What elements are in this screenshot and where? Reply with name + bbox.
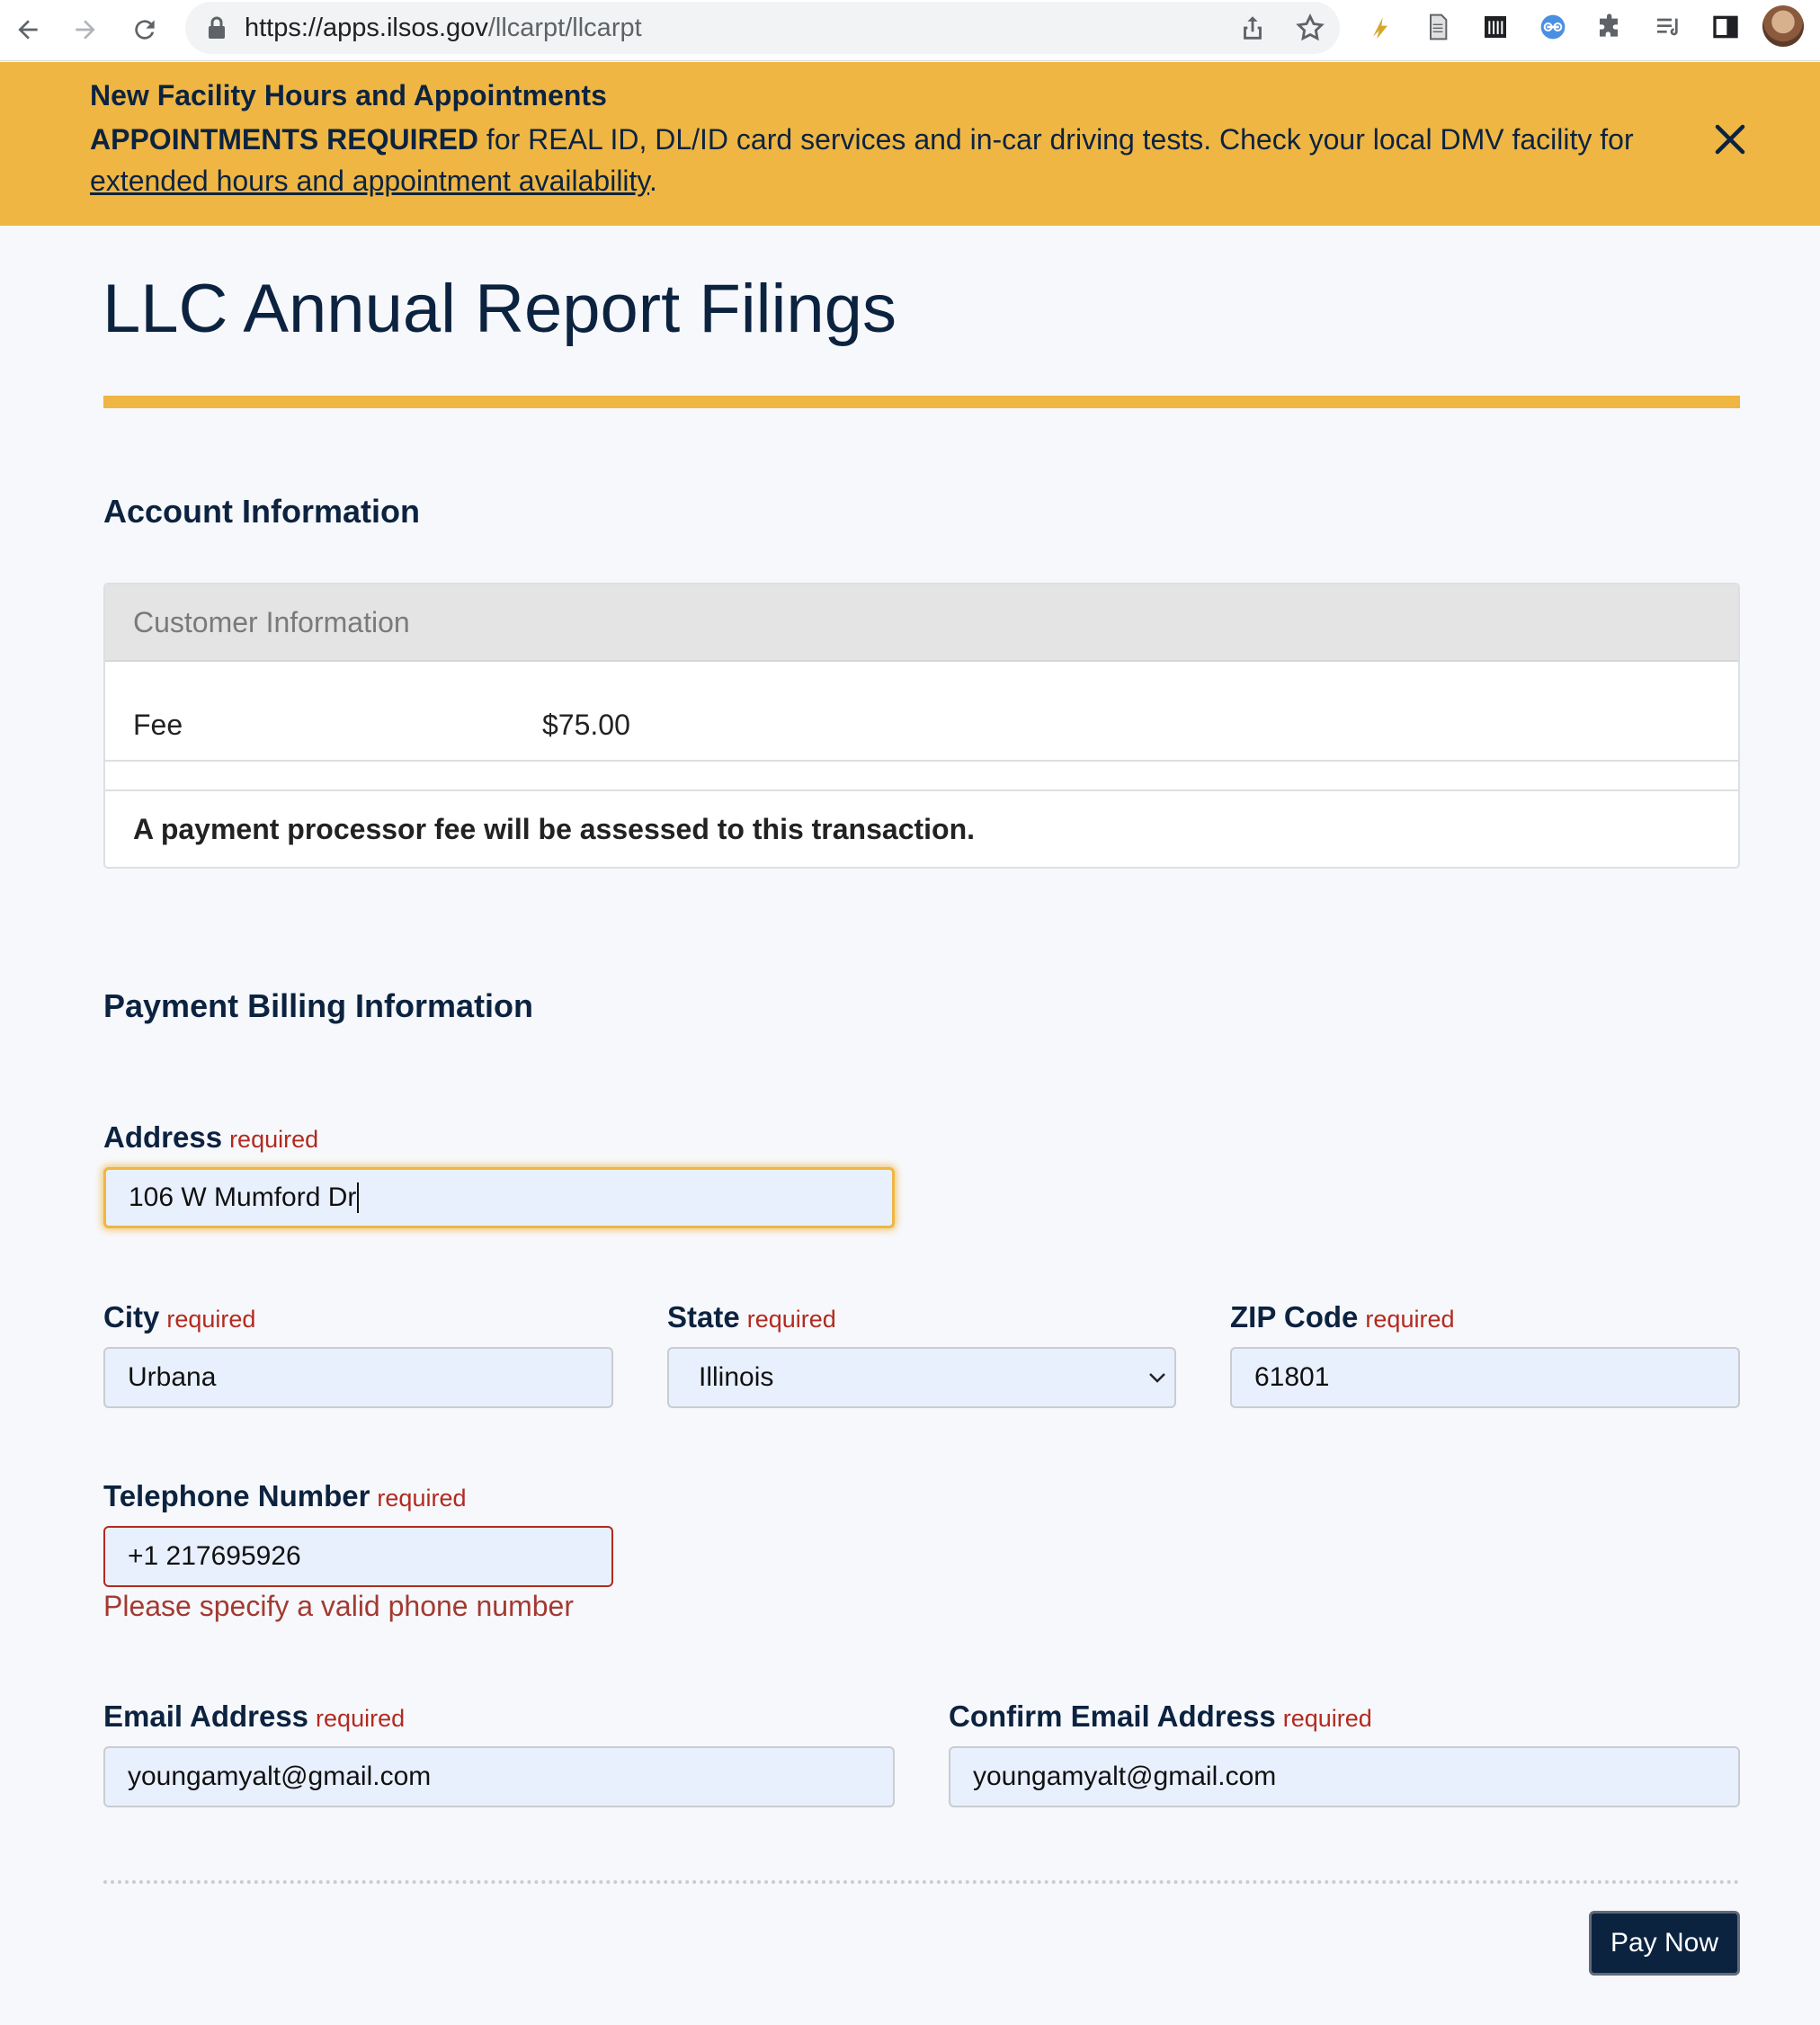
telephone-label: Telephone Number required (103, 1479, 466, 1513)
browser-toolbar: https://apps.ilsos.gov/llcarpt/llcarpt (0, 0, 1820, 61)
state-label: State required (667, 1300, 836, 1334)
zip-label-text: ZIP Code (1230, 1300, 1359, 1334)
lock-icon (209, 16, 225, 39)
customer-information-card: Customer Information Fee $75.00 A paymen… (103, 583, 1740, 869)
card-header-title: Customer Information (133, 606, 410, 638)
city-label: City required (103, 1300, 255, 1334)
reading-list-icon[interactable] (1649, 8, 1687, 46)
side-panel-icon[interactable] (1707, 8, 1744, 46)
share-icon[interactable] (1237, 13, 1268, 43)
fee-value: $75.00 (542, 709, 630, 741)
processor-fee-note: A payment processor fee will be assessed… (133, 813, 976, 845)
building-extension-icon[interactable] (1477, 8, 1514, 46)
back-arrow-icon[interactable] (5, 7, 50, 52)
link-extension-icon[interactable] (1534, 8, 1572, 46)
banner-message: APPOINTMENTS REQUIRED for REAL ID, DL/ID… (90, 119, 1673, 201)
reload-icon[interactable] (122, 7, 167, 52)
required-marker: required (1282, 1705, 1372, 1732)
address-label: Address required (103, 1120, 318, 1155)
confirm-email-label: Confirm Email Address required (949, 1699, 1372, 1734)
state-label-text: State (667, 1300, 740, 1334)
confirm-email-input[interactable]: youngamyalt@gmail.com (949, 1746, 1740, 1807)
state-select[interactable]: Illinois (667, 1347, 1176, 1408)
profile-avatar[interactable] (1762, 5, 1804, 47)
address-label-text: Address (103, 1120, 223, 1154)
telephone-label-text: Telephone Number (103, 1479, 370, 1512)
telephone-value: +1 217695926 (128, 1541, 301, 1571)
page-title: LLC Annual Report Filings (103, 271, 897, 347)
address-value: 106 W Mumford Dr (129, 1182, 357, 1212)
required-marker: required (377, 1485, 467, 1512)
text-caret (357, 1182, 360, 1213)
telephone-error-message: Please specify a valid phone number (103, 1590, 574, 1622)
puzzle-icon[interactable] (1592, 8, 1629, 46)
forward-arrow-icon[interactable] (63, 7, 108, 52)
telephone-input[interactable]: +1 217695926 (103, 1526, 613, 1587)
payment-billing-heading: Payment Billing Information (103, 987, 534, 1024)
email-value: youngamyalt@gmail.com (128, 1762, 432, 1791)
title-divider (103, 396, 1740, 408)
card-divider (105, 789, 1738, 791)
required-marker: required (316, 1705, 406, 1732)
required-marker: required (166, 1306, 256, 1333)
banner-text: for REAL ID, DL/ID card services and in-… (478, 123, 1634, 156)
close-icon[interactable] (1708, 118, 1752, 161)
pay-now-button[interactable]: Pay Now (1589, 1911, 1740, 1976)
form-divider (103, 1880, 1740, 1884)
card-header: Customer Information (105, 584, 1738, 662)
email-input[interactable]: youngamyalt@gmail.com (103, 1746, 895, 1807)
lightning-extension-icon[interactable] (1361, 8, 1399, 46)
email-label-text: Email Address (103, 1699, 309, 1733)
star-icon[interactable] (1295, 13, 1325, 43)
required-marker: required (1365, 1306, 1455, 1333)
banner-bold-text: APPOINTMENTS REQUIRED (90, 123, 479, 156)
address-input[interactable]: 106 W Mumford Dr (103, 1167, 895, 1228)
state-value: Illinois (699, 1362, 774, 1392)
address-bar[interactable]: https://apps.ilsos.gov/llcarpt/llcarpt (185, 2, 1340, 54)
banner-end-text: . (649, 165, 657, 197)
card-divider (105, 760, 1738, 762)
zip-label: ZIP Code required (1230, 1300, 1454, 1334)
city-label-text: City (103, 1300, 160, 1334)
extended-hours-link[interactable]: extended hours and appointment availabil… (90, 165, 649, 197)
fee-label: Fee (133, 709, 183, 741)
city-input[interactable]: Urbana (103, 1347, 613, 1408)
account-information-heading: Account Information (103, 493, 420, 530)
document-extension-icon[interactable] (1419, 8, 1457, 46)
banner-title: New Facility Hours and Appointments (90, 79, 607, 112)
chevron-down-icon (1149, 1373, 1165, 1383)
alert-banner: New Facility Hours and Appointments APPO… (0, 62, 1820, 226)
url-text: https://apps.ilsos.gov/llcarpt/llcarpt (245, 13, 642, 42)
email-label: Email Address required (103, 1699, 405, 1734)
city-value: Urbana (128, 1362, 217, 1392)
required-marker: required (746, 1306, 836, 1333)
confirm-email-value: youngamyalt@gmail.com (973, 1762, 1277, 1791)
confirm-email-label-text: Confirm Email Address (949, 1699, 1276, 1733)
zip-input[interactable]: 61801 (1230, 1347, 1740, 1408)
zip-value: 61801 (1254, 1362, 1330, 1392)
required-marker: required (229, 1126, 319, 1153)
